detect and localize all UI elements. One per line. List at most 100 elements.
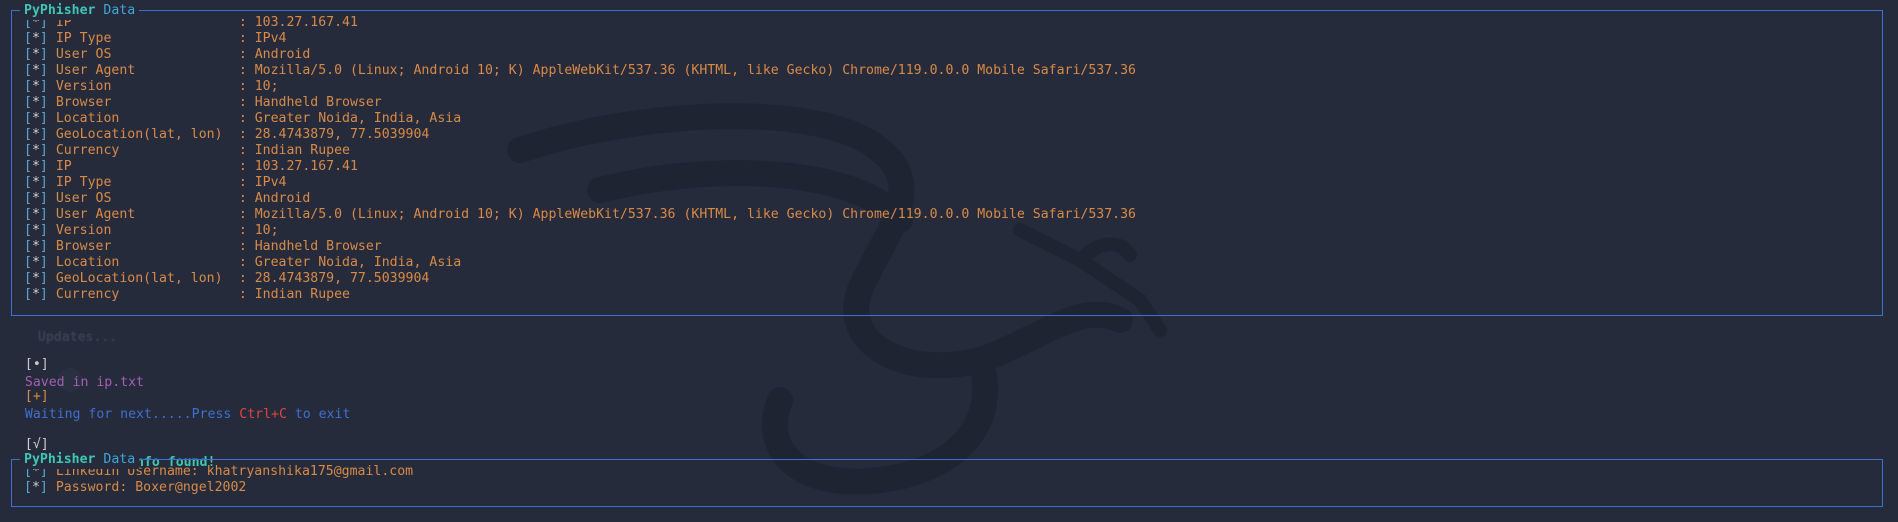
bullet-close: ] xyxy=(39,159,48,174)
row-separator: : xyxy=(238,175,255,190)
data-row: [*] IP Type: IPv4 xyxy=(24,175,1882,191)
bullet-close: ] xyxy=(39,143,48,158)
row-separator: : xyxy=(238,63,255,78)
data-row: [*] User Agent: Mozilla/5.0 (Linux; Andr… xyxy=(24,207,1882,223)
panel-title-bold: PyPhisher xyxy=(24,452,96,467)
bullet-star: * xyxy=(31,95,40,110)
row-value: 28.4743879, 77.5039904 xyxy=(254,127,430,142)
bullet-close: ] xyxy=(39,47,48,62)
row-value: Mozilla/5.0 (Linux; Android 10; K) Apple… xyxy=(254,207,1136,222)
row-label: User OS xyxy=(55,191,112,206)
bullet-star: * xyxy=(31,207,40,222)
bullet-close: ] xyxy=(39,255,48,270)
data-row: [*] Version: 10; xyxy=(24,223,1882,239)
ghost-updates-text: Updates... xyxy=(22,311,117,345)
bullet-open: [ xyxy=(24,480,32,495)
row-label: Version xyxy=(55,223,112,238)
row-label: GeoLocation(lat, lon) xyxy=(55,271,223,286)
bullet-open: [ xyxy=(24,159,32,174)
bullet-open: [ xyxy=(24,223,32,238)
bullet-star: * xyxy=(31,79,40,94)
bullet-star: * xyxy=(31,159,40,174)
panel-rows: [*] IP: 103.27.167.41 [*] IP Type: IPv4 [*… xyxy=(12,11,1882,303)
data-row: [*] Location: Greater Noida, India, Asia xyxy=(24,111,1882,127)
bullet-open: [ xyxy=(24,175,32,190)
row-value: 10; xyxy=(254,79,279,94)
row-separator: : xyxy=(238,31,255,46)
row-value: Greater Noida, India, Asia xyxy=(254,255,462,270)
row-separator: : xyxy=(238,143,255,158)
data-row: [*] IP: 103.27.167.41 xyxy=(24,15,1882,31)
bullet-close: ] xyxy=(39,79,48,94)
bullet-open: [ xyxy=(24,239,32,254)
waiting-bullet: [+] xyxy=(24,389,49,404)
data-row: [*] Location: Greater Noida, India, Asia xyxy=(24,255,1882,271)
bullet-close: ] xyxy=(39,63,48,78)
bullet-close: ] xyxy=(39,239,48,254)
data-row: [*] GeoLocation(lat, lon): 28.4743879, 7… xyxy=(24,127,1882,143)
bullet-star: * xyxy=(31,127,40,142)
row-label: IP xyxy=(55,159,72,174)
row-separator: : xyxy=(238,287,255,302)
bullet-open: [ xyxy=(24,111,32,126)
bullet-star: * xyxy=(31,31,40,46)
row-separator: : xyxy=(238,239,255,254)
data-row: [*] User Agent: Mozilla/5.0 (Linux; Andr… xyxy=(24,63,1882,79)
waiting-line: [+] Waiting for next.....Press Ctrl+C to… xyxy=(9,370,351,422)
row-value: IPv4 xyxy=(254,175,287,190)
row-label: IP Type xyxy=(55,31,112,46)
credential-row: [*] Linkedin Username: khatryanshika175@… xyxy=(24,464,1882,480)
bullet-open: [ xyxy=(24,255,32,270)
row-value: IPv4 xyxy=(254,31,287,46)
row-separator: : xyxy=(238,111,255,126)
row-label: User Agent xyxy=(55,207,136,222)
row-separator: : xyxy=(238,207,255,222)
bullet-close: ] xyxy=(39,31,48,46)
bullet-open: [ xyxy=(24,191,32,206)
bullet-open: [ xyxy=(24,287,32,302)
row-value: 103.27.167.41 xyxy=(254,159,358,174)
panel-title-rest: Data xyxy=(103,3,136,18)
row-value: Indian Rupee xyxy=(254,287,350,302)
row-separator: : xyxy=(238,255,255,270)
data-row: [*] GeoLocation(lat, lon): 28.4743879, 7… xyxy=(24,271,1882,287)
bullet-open: [ xyxy=(24,95,32,110)
row-label: Browser xyxy=(55,239,112,254)
row-label: User Agent xyxy=(55,63,136,78)
data-row: [*] Version: 10; xyxy=(24,79,1882,95)
row-value: Android xyxy=(254,47,311,62)
bullet-open: [ xyxy=(24,207,32,222)
data-row: [*] IP Type: IPv4 xyxy=(24,31,1882,47)
row-value: Android xyxy=(254,191,311,206)
row-separator: : xyxy=(238,95,255,110)
bullet-star: * xyxy=(31,223,40,238)
bullet-star: * xyxy=(31,47,40,62)
row-label: GeoLocation(lat, lon) xyxy=(55,127,223,142)
bullet-star: * xyxy=(31,63,40,78)
exit-text: to exit xyxy=(286,407,351,422)
panel-title-bold: PyPhisher xyxy=(24,3,96,18)
panel-title: PyPhisher Data xyxy=(20,451,140,469)
row-value: Greater Noida, India, Asia xyxy=(254,111,462,126)
row-value: Handheld Browser xyxy=(254,239,382,254)
row-separator: : xyxy=(238,127,255,142)
row-label: Currency xyxy=(55,287,120,302)
row-value: 28.4743879, 77.5039904 xyxy=(254,271,430,286)
row-label: Location xyxy=(55,255,120,270)
bullet-close: ] xyxy=(39,223,48,238)
bullet-star: * xyxy=(31,480,40,495)
row-separator: : xyxy=(238,15,255,30)
bullet-star: * xyxy=(31,287,40,302)
bullet-star: * xyxy=(31,143,40,158)
row-value: 103.27.167.41 xyxy=(254,15,358,30)
data-row: [*] User OS: Android xyxy=(24,47,1882,63)
credential-row: [*] Password: Boxer@ngel2002 xyxy=(24,480,1882,496)
row-separator: : xyxy=(238,79,255,94)
victim-found-line: [√] Victim login info found! xyxy=(9,418,216,470)
bullet-open: [ xyxy=(24,79,32,94)
row-label: User OS xyxy=(55,47,112,62)
row-separator: : xyxy=(238,159,255,174)
pyphisher-data-panel-2: PyPhisher Data [*] Linkedin Username: kh… xyxy=(11,451,1883,507)
row-label: Version xyxy=(55,79,112,94)
bullet-star: * xyxy=(31,191,40,206)
